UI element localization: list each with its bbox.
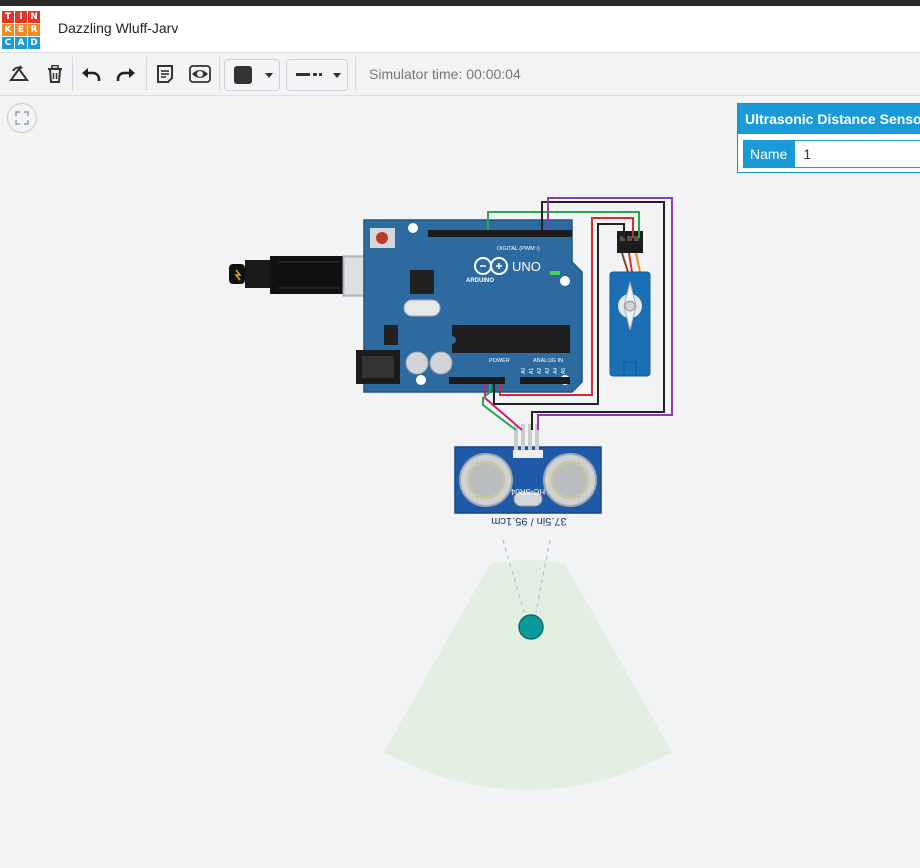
analog-pin-label: A3 (545, 368, 551, 374)
digital-pins-label: DIGITAL (PWM~) (497, 246, 540, 252)
inspector-panel: Ultrasonic Distance Sensor Name 1 (737, 103, 920, 173)
sensor-range-cone (384, 560, 672, 790)
name-field-row: Name 1 (743, 140, 920, 168)
target-object[interactable] (518, 614, 544, 640)
analog-pin-label: A0 (521, 368, 527, 374)
analog-pins-label: ANALOG IN (533, 358, 563, 364)
ultrasonic-sensor[interactable] (454, 424, 602, 514)
board-model-label: UNO (512, 259, 541, 274)
board-brand-label: ARDUINO (466, 278, 494, 284)
inspector-title: Ultrasonic Distance Sensor (738, 104, 920, 134)
analog-pin-label: A2 (537, 368, 543, 374)
analog-pin-label: A5 (561, 368, 567, 374)
name-label: Name (743, 140, 795, 168)
power-pins-label: POWER (489, 358, 510, 364)
fullscreen-icon (15, 111, 29, 125)
micro-servo[interactable] (609, 231, 651, 377)
name-input[interactable]: 1 (794, 140, 920, 168)
sensor-model-label: HC-SR04 (510, 487, 545, 496)
sensor-distance-readout: 37.5in / 95.1cm (491, 515, 566, 527)
arduino-uno-board[interactable] (356, 219, 583, 393)
analog-pin-label: A1 (529, 368, 535, 374)
fit-view-button[interactable] (7, 103, 37, 133)
analog-pin-label: A4 (553, 368, 559, 374)
